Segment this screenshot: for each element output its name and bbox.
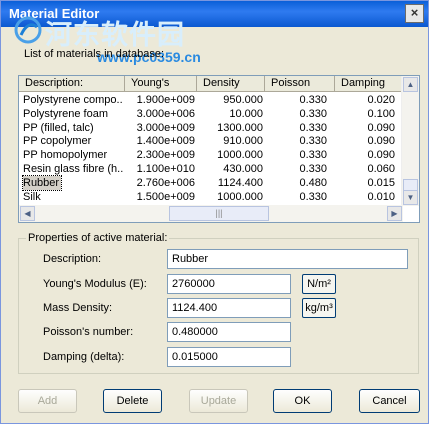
table-cell: 1.500e+009 — [136, 190, 195, 203]
table-cell: 910.000 — [223, 135, 263, 148]
table-cell: Resin glass fibre (h... — [23, 163, 123, 175]
table-cell: 0.330 — [299, 94, 327, 106]
table-cell: 0.010 — [367, 190, 395, 203]
scroll-left-arrow-icon[interactable]: ◀ — [20, 206, 35, 221]
poisson-field[interactable]: 0.480000 — [167, 322, 291, 342]
table-cell: 0.090 — [367, 121, 395, 134]
scroll-right-arrow-icon[interactable]: ▶ — [387, 206, 402, 221]
table-cell: 0.330 — [299, 135, 327, 148]
damping-field[interactable]: 0.015000 — [167, 347, 291, 367]
material-editor-window: Material Editor × 河东软件园 www.pc0359.cn Li… — [0, 0, 429, 424]
column-header-damping[interactable]: Damping — [335, 76, 403, 92]
table-cell: 0.100 — [367, 107, 395, 120]
table-cell: 1.400e+009 — [136, 135, 195, 148]
table-cell: 1.900e+009 — [136, 94, 195, 106]
scroll-down-arrow-icon[interactable]: ▼ — [403, 190, 418, 205]
table-cell: PP homopolymer — [23, 149, 108, 162]
horizontal-scrollbar[interactable]: ◀ ||| ▶ — [19, 205, 403, 222]
density-unit-button[interactable]: kg/m³ — [302, 298, 336, 318]
properties-group-label: Properties of active material: — [26, 232, 170, 244]
description-field[interactable]: Rubber — [167, 249, 408, 269]
column-header-poisson[interactable]: Poisson — [265, 76, 335, 92]
table-cell: 1000.000 — [217, 149, 263, 162]
list-caption: List of materials in database: — [24, 48, 165, 60]
table-cell: 0.060 — [367, 163, 395, 175]
table-cell: 3.000e+006 — [136, 107, 195, 120]
youngs-unit-button[interactable]: N/m² — [302, 274, 336, 294]
update-button[interactable]: Update — [189, 389, 248, 413]
add-button[interactable]: Add — [18, 389, 77, 413]
mass-density-label: Mass Density: — [43, 302, 113, 314]
table-cell: 0.330 — [299, 149, 327, 162]
table-row[interactable]: Silk 1.500e+009 1000.000 0.330 0.010 — [19, 190, 403, 204]
table-cell: 0.480 — [299, 176, 327, 189]
table-cell: Polystyrene compo... — [23, 94, 123, 106]
poisson-label: Poisson's number: — [43, 326, 134, 338]
watermark-text: 河东软件园 — [45, 20, 185, 50]
horizontal-scroll-thumb[interactable]: ||| — [169, 206, 269, 221]
column-header-description[interactable]: Description: — [19, 76, 125, 92]
table-cell: 430.000 — [223, 163, 263, 175]
table-row[interactable]: Rubber 2.760e+006 1124.400 0.480 0.015 — [19, 174, 403, 191]
scroll-up-arrow-icon[interactable]: ▲ — [403, 77, 418, 92]
table-row[interactable]: PP (filled, talc) 3.000e+009 1300.000 0.330… — [19, 121, 403, 135]
table-row[interactable]: PP homopolymer 2.300e+009 1000.000 0.330 0.0… — [19, 148, 403, 162]
table-cell: 10.000 — [229, 107, 263, 120]
table-cell: 950.000 — [223, 94, 263, 106]
table-cell: 0.330 — [299, 107, 327, 120]
table-cell: 0.330 — [299, 121, 327, 134]
watermark-logo-icon — [14, 16, 42, 44]
youngs-modulus-label: Young's Modulus (E): — [43, 278, 147, 290]
materials-list[interactable]: Description: Young's Density Poisson Dam… — [18, 75, 420, 223]
table-cell: 1124.400 — [217, 176, 263, 189]
table-cell: Silk — [23, 190, 41, 203]
ok-button[interactable]: OK — [273, 389, 332, 413]
close-button[interactable]: × — [405, 4, 424, 23]
damping-label: Damping (delta): — [43, 351, 125, 363]
table-cell: 0.020 — [367, 94, 395, 106]
table-cell: 0.090 — [367, 135, 395, 148]
table-cell: 0.330 — [299, 190, 327, 203]
table-row[interactable]: Polystyrene foam 3.000e+006 10.000 0.330 0.1… — [19, 107, 403, 121]
table-cell: 0.015 — [367, 176, 395, 189]
table-row[interactable]: Resin glass fibre (h... 1.100e+010 430.000… — [19, 162, 403, 176]
cancel-button[interactable]: Cancel — [359, 389, 420, 413]
table-cell: 0.330 — [299, 163, 327, 175]
table-cell: 2.760e+006 — [136, 176, 195, 189]
table-cell: Polystyrene foam — [23, 107, 108, 120]
mass-density-field[interactable]: 1124.400 — [167, 298, 291, 318]
youngs-modulus-field[interactable]: 2760000 — [167, 274, 291, 294]
table-cell: Rubber — [21, 174, 63, 191]
table-cell: 3.000e+009 — [136, 121, 195, 134]
table-cell: PP copolymer — [23, 135, 92, 148]
table-row[interactable]: Polystyrene compo... 1.900e+009 950.000 0.3… — [19, 93, 403, 107]
description-label: Description: — [43, 253, 102, 265]
vertical-scrollbar[interactable]: ▲ ▼ — [401, 76, 419, 206]
table-cell: 0.090 — [367, 149, 395, 162]
table-cell: 1000.000 — [217, 190, 263, 203]
column-header-youngs[interactable]: Young's — [125, 76, 197, 92]
table-row[interactable]: PP copolymer 1.400e+009 910.000 0.330 0.090 — [19, 134, 403, 148]
column-header-density[interactable]: Density — [197, 76, 265, 92]
table-cell: 2.300e+009 — [136, 149, 195, 162]
table-cell: 1.100e+010 — [136, 163, 195, 175]
table-cell: PP (filled, talc) — [23, 121, 94, 134]
close-icon: × — [410, 5, 419, 20]
delete-button[interactable]: Delete — [103, 389, 162, 413]
table-cell: 1300.000 — [217, 121, 263, 134]
